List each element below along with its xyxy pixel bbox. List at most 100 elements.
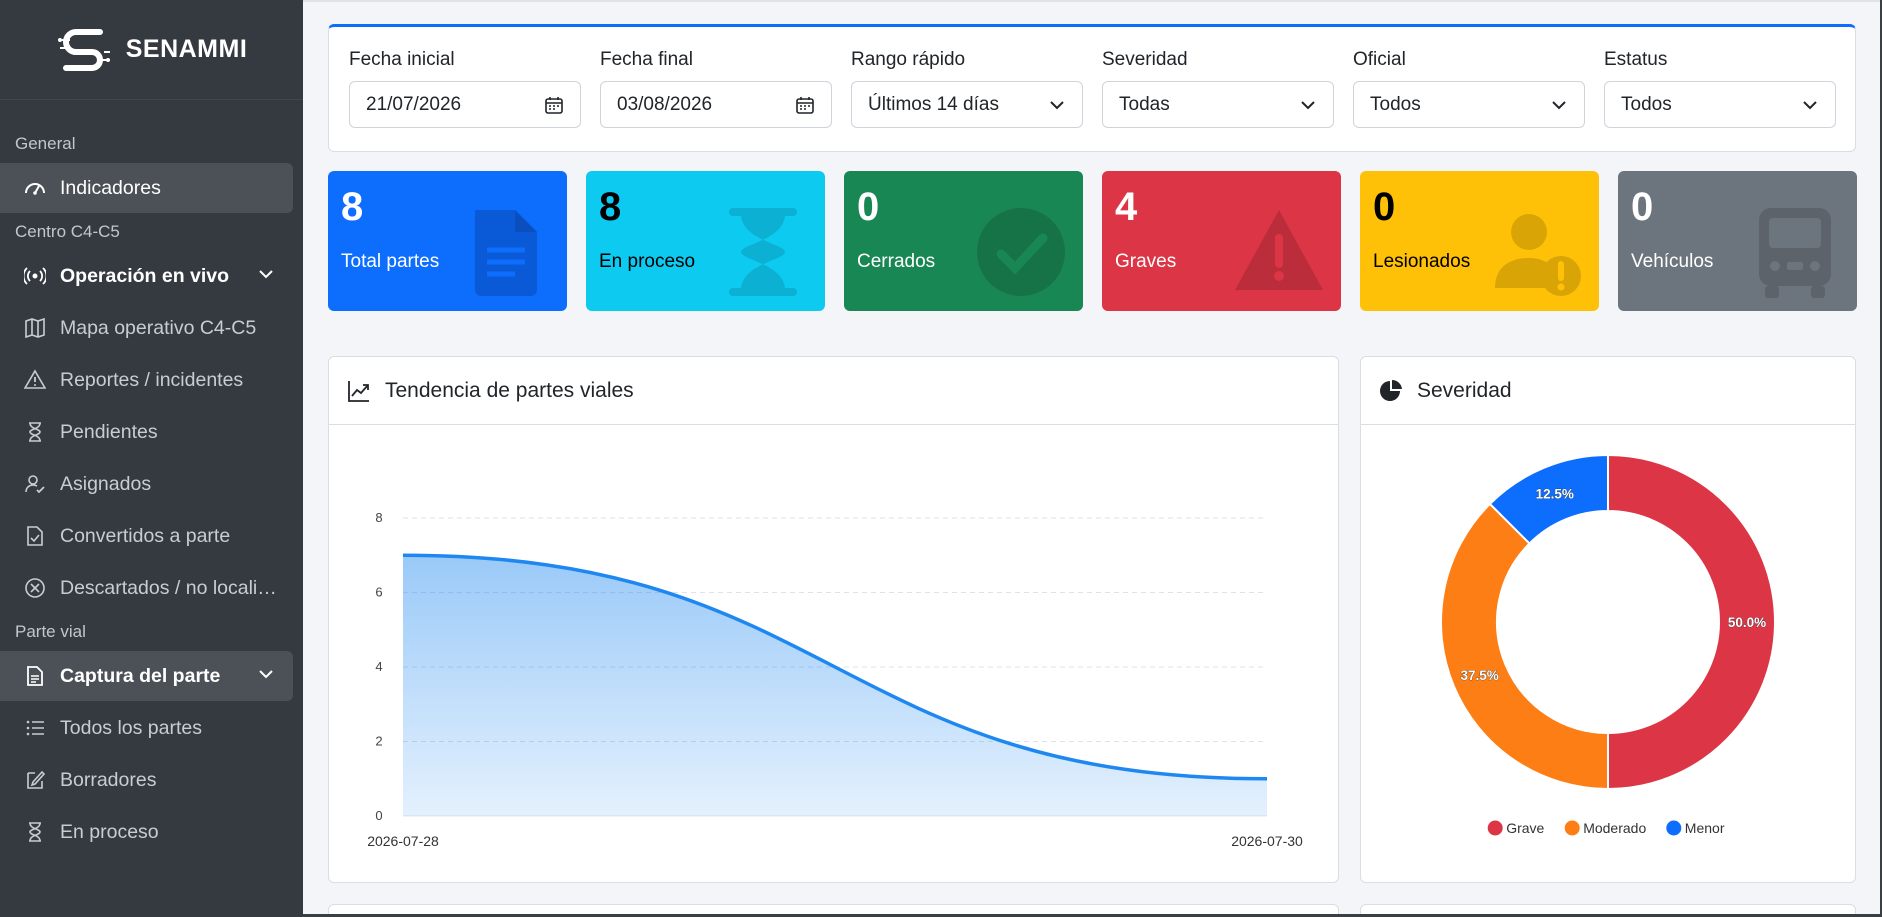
y-tick-label: 4 [375, 659, 382, 674]
stat-value: 4 [1115, 185, 1138, 229]
filter-estatus: Estatus Todos [1604, 49, 1836, 128]
stat-value: 8 [341, 185, 364, 229]
x-circle-icon [24, 577, 46, 599]
sidebar: SENAMMI General Indicadores Centro C4-C5… [0, 0, 303, 917]
legend-swatch [1487, 820, 1503, 836]
file-check-icon [24, 525, 46, 547]
sidebar-item-en-proceso[interactable]: En proceso [0, 807, 293, 857]
chevron-down-icon [1301, 100, 1315, 109]
y-tick-label: 8 [375, 510, 382, 525]
brand[interactable]: SENAMMI [0, 0, 303, 100]
sidebar-item-label: En proceso [60, 820, 159, 843]
severity-chart: 50.0% 37.5% 12.5% Grave Moderado Menor [1440, 453, 1776, 836]
legend-swatch [1666, 820, 1682, 836]
sidebar-item-label: Operación en vivo [60, 264, 230, 287]
sidebar-item-reportes[interactable]: Reportes / incidentes [0, 355, 293, 405]
stat-label: Cerrados [857, 251, 936, 272]
speedometer-icon [24, 177, 46, 199]
estatus-value: Todos [1621, 93, 1672, 115]
bus-icon [1759, 208, 1831, 298]
user-alert-icon [1495, 214, 1581, 296]
severidad-value: Todas [1119, 93, 1170, 115]
stat-card-lesionados[interactable]: 0 Lesionados [1360, 171, 1599, 311]
sidebar-item-descartados[interactable]: Descartados / no locali… [0, 563, 293, 613]
sidebar-item-indicadores[interactable]: Indicadores [0, 163, 293, 213]
fecha-final-input[interactable]: 03/08/2026 [600, 81, 832, 128]
estatus-select[interactable]: Todos [1604, 81, 1836, 128]
hourglass-icon [24, 421, 46, 443]
warning-icon [1235, 210, 1323, 290]
sidebar-item-label: Mapa operativo C4-C5 [60, 316, 257, 339]
warning-icon [24, 369, 46, 391]
sidebar-item-todos[interactable]: Todos los partes [0, 703, 293, 753]
filter-fecha-inicial: Fecha inicial 21/07/2026 [349, 49, 581, 128]
sidebar-item-label: Reportes / incidentes [60, 368, 244, 391]
sidebar-item-convertidos[interactable]: Convertidos a parte [0, 511, 293, 561]
chevron-down-icon [1803, 100, 1817, 109]
oficial-select[interactable]: Todos [1353, 81, 1585, 128]
stat-card-total[interactable]: 8 Total partes [328, 171, 567, 311]
pie-chart-icon [1380, 379, 1402, 401]
severity-panel-title: Severidad [1417, 378, 1512, 402]
filter-label: Rango rápido [851, 49, 966, 70]
sidebar-item-mapa[interactable]: Mapa operativo C4-C5 [0, 303, 293, 353]
sidebar-item-label: Borradores [60, 768, 157, 791]
pie-slice-label: 37.5% [1460, 668, 1498, 683]
stat-label: Graves [1115, 251, 1177, 272]
sidebar-item-operacion[interactable]: Operación en vivo [0, 251, 293, 301]
hourglass-icon [729, 208, 797, 296]
x-tick-label: 2026-07-28 [367, 833, 439, 849]
sidebar-item-pendientes[interactable]: Pendientes [0, 407, 293, 457]
stat-value: 8 [599, 185, 622, 229]
file-text-icon [24, 665, 46, 687]
stat-card-cerrados[interactable]: 0 Cerrados [844, 171, 1083, 311]
stat-card-vehiculos[interactable]: 0 Vehículos [1618, 171, 1857, 311]
section-parte-vial: Parte vial [15, 622, 86, 641]
sidebar-item-captura[interactable]: Captura del parte [0, 651, 293, 701]
fecha-inicial-input[interactable]: 21/07/2026 [349, 81, 581, 128]
hourglass-icon [24, 821, 46, 843]
rango-value: Últimos 14 días [868, 93, 999, 115]
panel-stub-right [1360, 904, 1856, 914]
trend-area [403, 555, 1267, 816]
user-check-icon [24, 473, 46, 495]
sidebar-item-label: Indicadores [60, 176, 161, 199]
y-tick-label: 0 [375, 808, 382, 823]
sidebar-item-label: Convertidos a parte [60, 524, 231, 547]
fecha-final-value: 03/08/2026 [617, 93, 713, 115]
filter-oficial: Oficial Todos [1353, 49, 1585, 128]
pie-slice [1440, 502, 1609, 791]
y-tick-label: 2 [375, 734, 382, 749]
check-circle-icon [977, 208, 1065, 296]
stat-value: 0 [857, 185, 880, 229]
filter-label: Fecha final [600, 49, 693, 70]
stat-value: 0 [1373, 185, 1396, 229]
filter-label: Fecha inicial [349, 49, 455, 70]
list-icon [24, 717, 46, 739]
stat-card-proceso[interactable]: 8 En proceso [586, 171, 825, 311]
trend-chart: 0 2 4 6 8 2026-07-28 2026-07-30 [367, 510, 1303, 849]
stat-label: En proceso [599, 251, 696, 272]
sidebar-item-borradores[interactable]: Borradores [0, 755, 293, 805]
sidebar-item-label: Asignados [60, 472, 152, 495]
filter-rango: Rango rápido Últimos 14 días [851, 49, 1083, 128]
top-strip [303, 0, 1882, 2]
section-centro: Centro C4-C5 [15, 222, 120, 241]
stat-label: Lesionados [1373, 251, 1471, 272]
sidebar-item-asignados[interactable]: Asignados [0, 459, 293, 509]
trend-panel-title: Tendencia de partes viales [385, 378, 634, 402]
trend-panel: Tendencia de partes viales 0 2 4 6 8 2026-07-… [328, 356, 1339, 883]
file-text-icon [475, 210, 537, 296]
brand-name: SENAMMI [125, 35, 248, 63]
broadcast-icon [24, 265, 46, 287]
rango-select[interactable]: Últimos 14 días [851, 81, 1083, 128]
filter-fecha-final: Fecha final 03/08/2026 [600, 49, 832, 128]
sidebar-item-label: Todos los partes [60, 716, 202, 739]
severidad-select[interactable]: Todas [1102, 81, 1334, 128]
graph-up-icon [348, 380, 369, 402]
chevron-down-icon [1552, 100, 1566, 109]
map-icon [24, 317, 46, 339]
calendar-icon [545, 96, 563, 114]
stat-card-graves[interactable]: 4 Graves [1102, 171, 1341, 311]
section-general: General [15, 134, 76, 153]
